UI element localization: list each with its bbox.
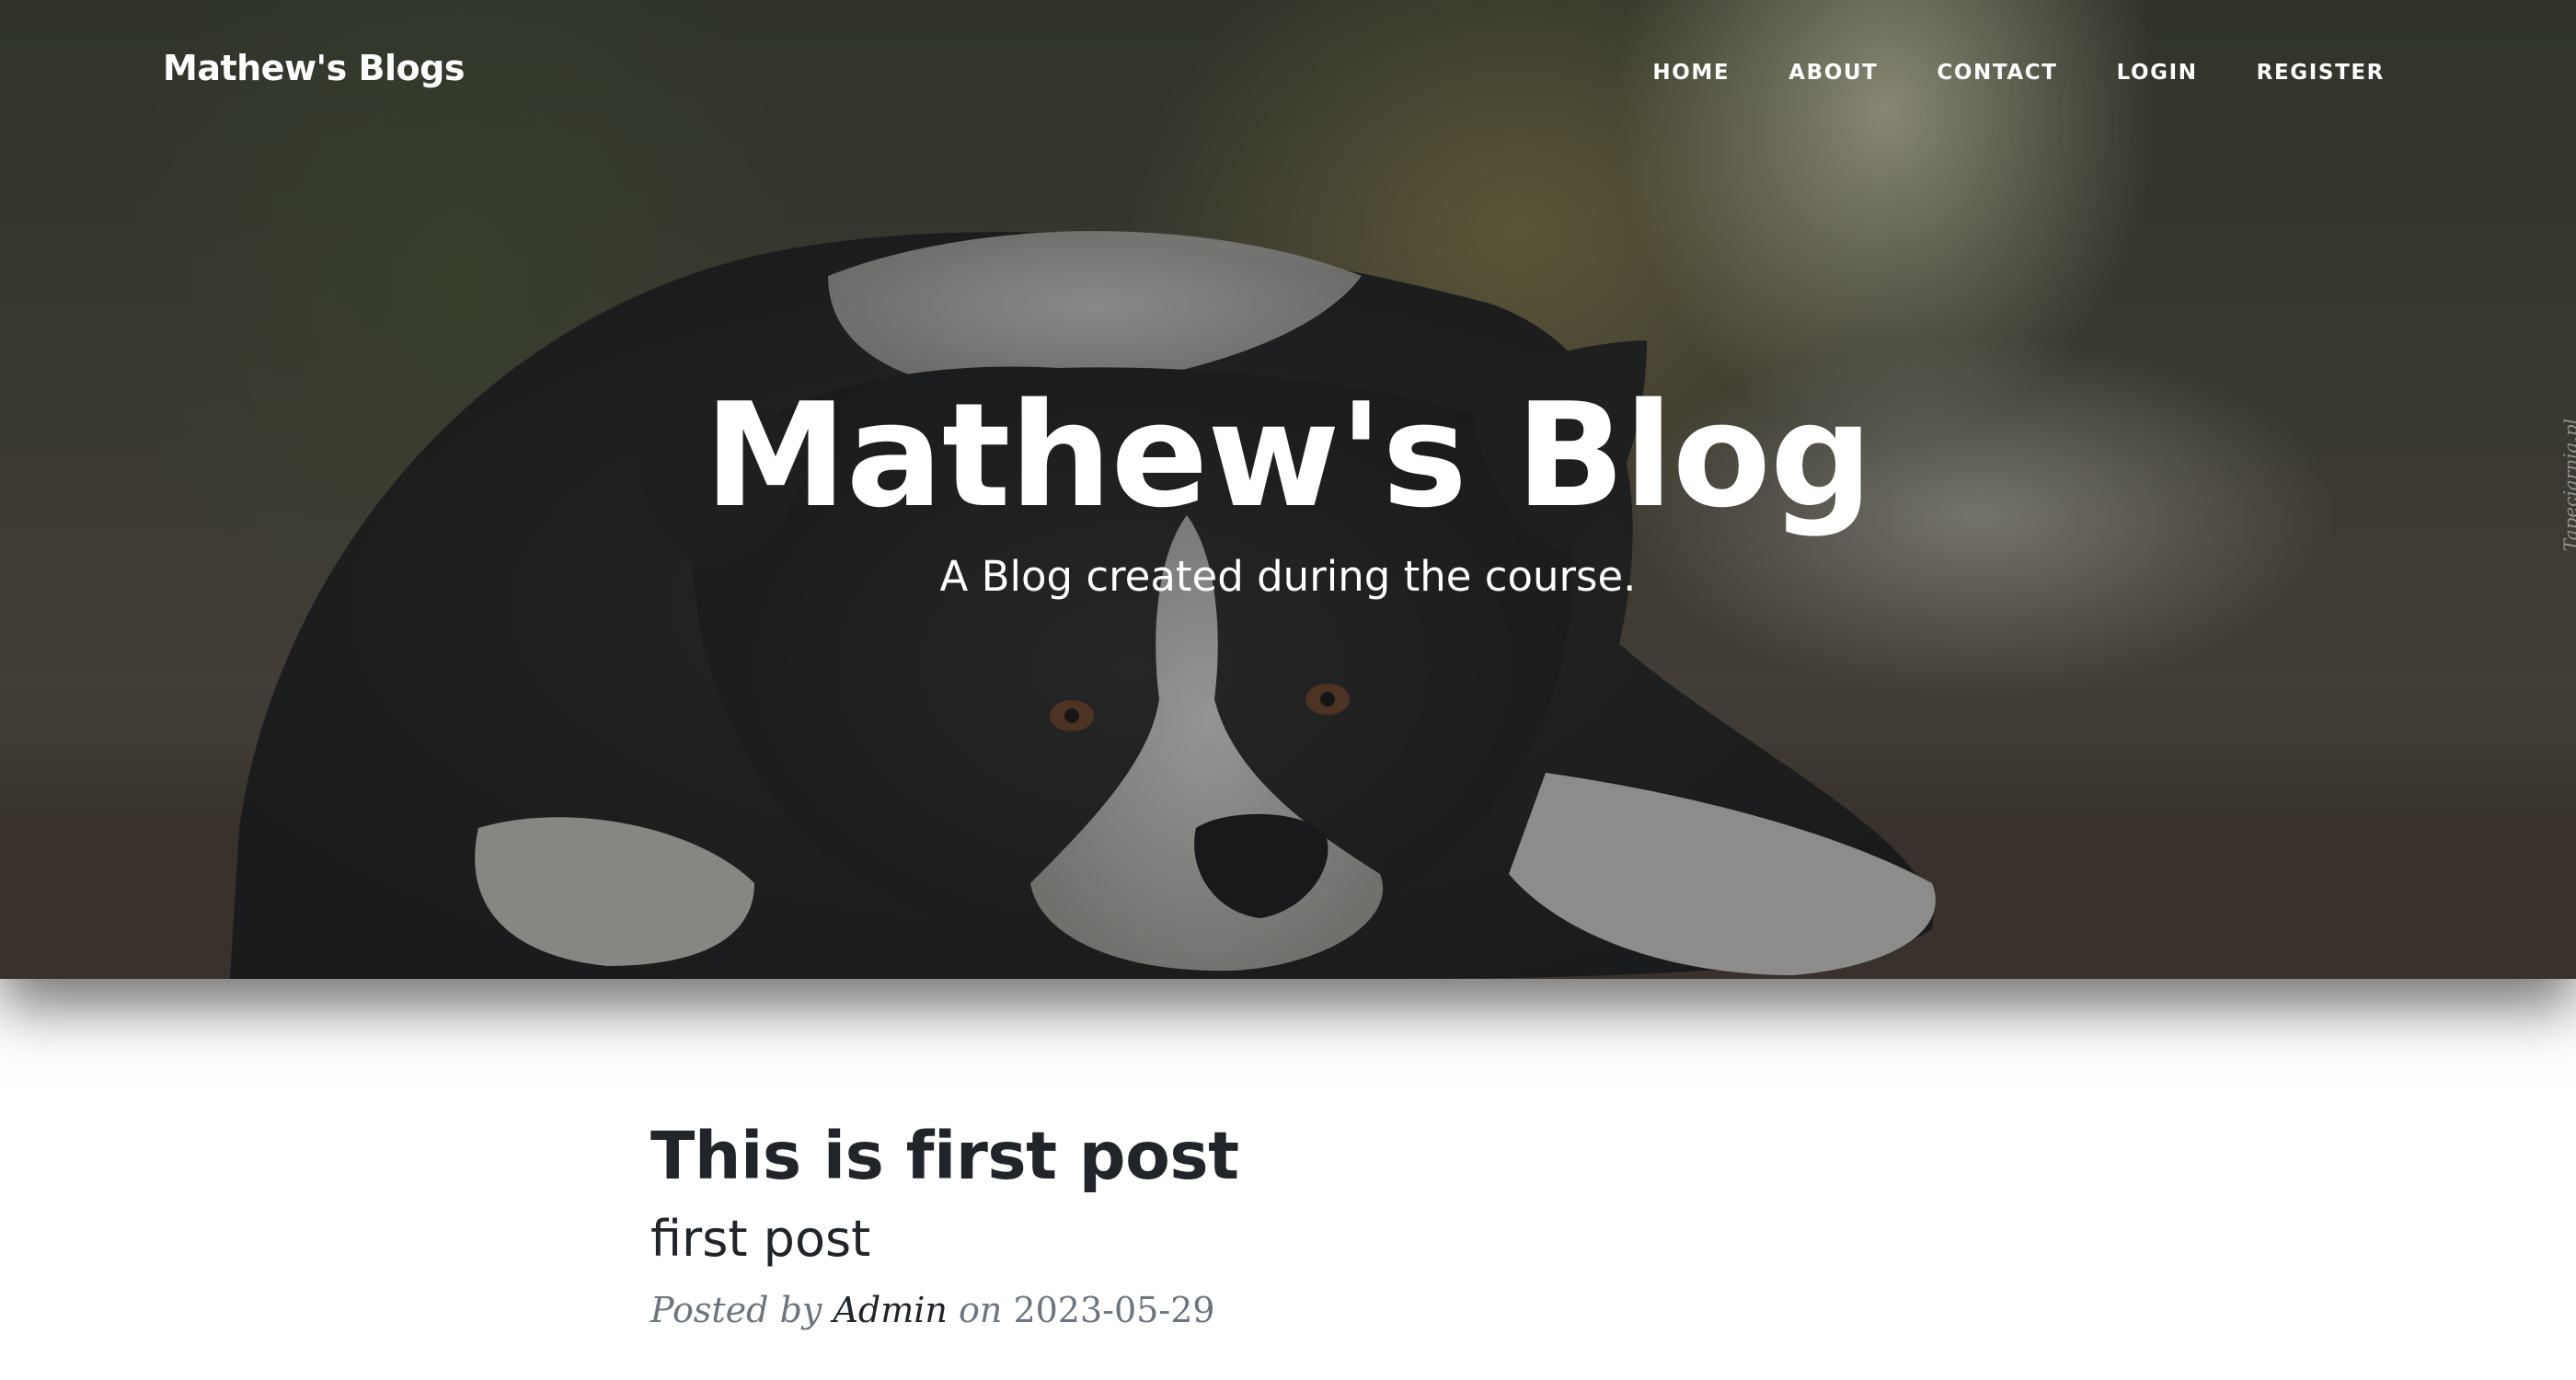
post-title[interactable]: This is first post [650, 1118, 1938, 1195]
nav-links: HOME ABOUT CONTACT LOGIN REGISTER [1652, 61, 2385, 85]
masthead: Mathew's Blogs HOME ABOUT CONTACT LOGIN … [0, 0, 2576, 979]
site-subtitle: A Blog created during the course. [939, 552, 1637, 601]
site-title: Mathew's Blog [704, 372, 1872, 539]
post-author-link[interactable]: Admin [833, 1290, 947, 1330]
post-meta-prefix: Posted by [650, 1290, 822, 1330]
post-meta: Posted by Admin on 2023-05-29 [650, 1287, 1938, 1333]
post-subtitle[interactable]: first post [650, 1210, 1938, 1269]
nav-link-register[interactable]: REGISTER [2257, 61, 2385, 85]
site-heading: Mathew's Blog A Blog created during the … [0, 373, 2576, 603]
post-preview: This is first post first post Posted by … [650, 1118, 1938, 1333]
nav-link-home[interactable]: HOME [1652, 61, 1730, 85]
nav-link-contact[interactable]: CONTACT [1937, 61, 2057, 85]
brand-link[interactable]: Mathew's Blogs [163, 48, 465, 88]
nav-link-about[interactable]: ABOUT [1788, 61, 1878, 85]
image-watermark: Tapeciarnia.pl [2559, 419, 2576, 552]
nav-link-login[interactable]: LOGIN [2117, 61, 2198, 85]
post-date: 2023-05-29 [1013, 1290, 1215, 1330]
page: Mathew's Blogs HOME ABOUT CONTACT LOGIN … [0, 0, 2576, 1380]
post-meta-on: on [959, 1290, 1003, 1330]
navbar: Mathew's Blogs HOME ABOUT CONTACT LOGIN … [0, 0, 2576, 149]
